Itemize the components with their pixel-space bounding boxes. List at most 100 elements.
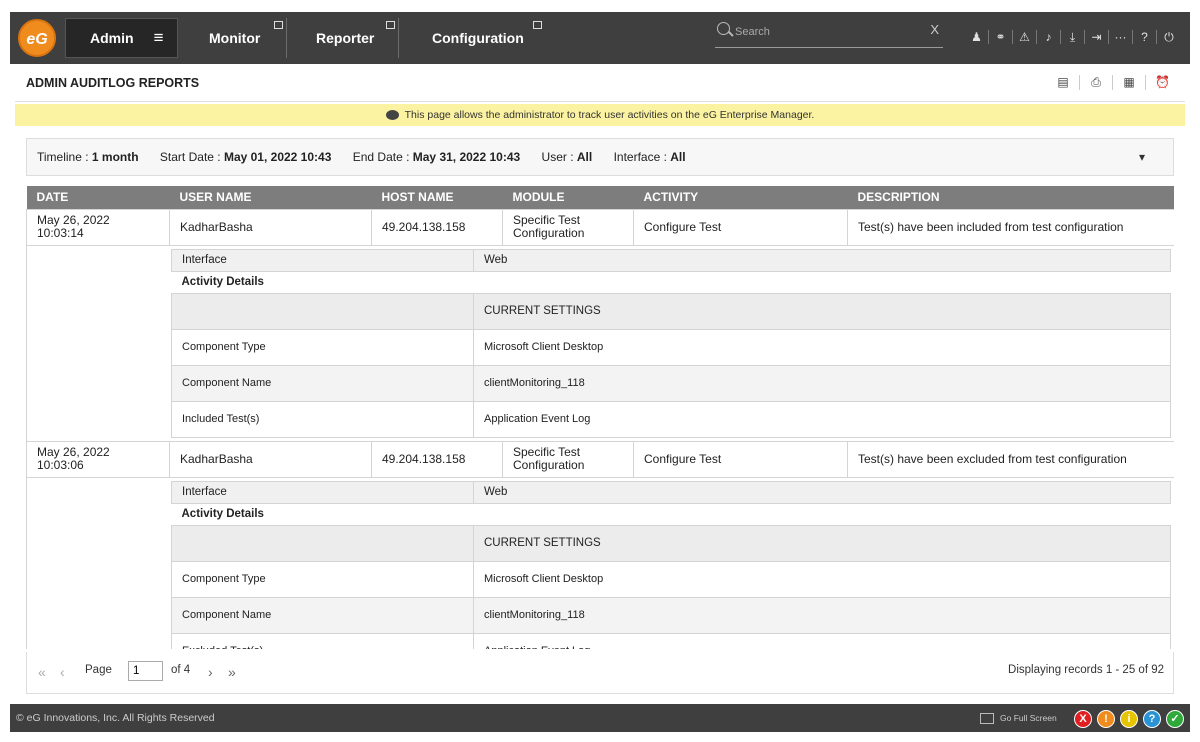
- setting-name: Component Type: [171, 328, 474, 366]
- info-banner-text: This page allows the administrator to tr…: [404, 109, 815, 121]
- filter-value: All: [670, 150, 686, 164]
- alarm-icon[interactable]: ⚠: [1013, 30, 1037, 44]
- setting-value: Microsoft Client Desktop: [473, 328, 1171, 366]
- column-header[interactable]: ACTIVITY: [633, 186, 848, 209]
- chevron-down-icon[interactable]: ▾: [1139, 139, 1145, 175]
- table-header: DATE USER NAME HOST NAME MODULE ACTIVITY DESC…: [26, 186, 1174, 209]
- major-alert-icon[interactable]: !: [1097, 710, 1115, 728]
- export-icons: ▤ ⎙ ▦ ⏰: [1047, 75, 1179, 90]
- column-header[interactable]: DESCRIPTION: [847, 186, 1174, 209]
- filter-label: Interface :: [613, 150, 671, 164]
- pagination-bar: « ‹ Page of 4 › » Displaying records 1 -…: [26, 652, 1174, 694]
- filter-label: Start Date :: [159, 150, 224, 164]
- interface-label: Interface: [171, 248, 474, 272]
- setting-row: Component Type Microsoft Client Desktop: [171, 560, 1171, 598]
- bell-icon[interactable]: ♪: [1037, 30, 1061, 44]
- schedule-icon[interactable]: ⏰: [1146, 75, 1179, 90]
- column-header[interactable]: USER NAME: [169, 186, 372, 209]
- pdf-icon[interactable]: ▤: [1047, 75, 1080, 90]
- cell-user: KadharBasha: [169, 208, 372, 246]
- nav-admin-label: Admin: [90, 30, 134, 46]
- setting-value: clientMonitoring_118: [473, 596, 1171, 634]
- toolbar-icons: ♟ ⚭ ⚠ ♪ ⤓ ⇥ ··· ? ⏻: [965, 30, 1181, 44]
- critical-alert-icon[interactable]: X: [1074, 710, 1092, 728]
- minor-alert-icon[interactable]: i: [1120, 710, 1138, 728]
- page-count: of 4: [171, 664, 191, 676]
- settings-header-blank: [171, 524, 474, 562]
- last-page-icon[interactable]: »: [228, 664, 236, 680]
- excel-icon[interactable]: ▦: [1113, 75, 1146, 90]
- comment-icon: [385, 110, 399, 121]
- nav-admin[interactable]: Admin ≡: [65, 18, 178, 58]
- filter-summary[interactable]: Timeline : 1 month Start Date : May 01, …: [26, 138, 1174, 176]
- table-row[interactable]: May 26, 2022 10:03:14 KadharBasha 49.204.1…: [26, 208, 1174, 246]
- divider: [398, 18, 399, 58]
- audit-log-table: DATE USER NAME HOST NAME MODULE ACTIVITY DESC…: [26, 186, 1174, 649]
- details-cell: Interface Web Activity Details CURRENT SETT…: [26, 477, 1174, 649]
- help-icon[interactable]: ?: [1133, 30, 1157, 44]
- nav-configuration[interactable]: Configuration: [432, 18, 524, 58]
- eg-logo[interactable]: eG: [18, 19, 56, 57]
- cell-host: 49.204.138.158: [371, 440, 503, 478]
- download-icon[interactable]: ⤓: [1061, 30, 1085, 44]
- prev-page-icon[interactable]: ‹: [60, 664, 65, 680]
- setting-name: Included Test(s): [171, 400, 474, 438]
- activity-details-label: Activity Details: [181, 275, 264, 288]
- filter-value: May 31, 2022 10:43: [412, 150, 521, 164]
- user-icon[interactable]: ♟: [965, 30, 989, 44]
- search-icon: [717, 22, 730, 35]
- setting-value: Application Event Log: [473, 632, 1171, 649]
- setting-row: Component Name clientMonitoring_118: [171, 596, 1171, 634]
- cell-activity: Configure Test: [633, 440, 848, 478]
- settings-header-row: CURRENT SETTINGS: [171, 292, 1171, 330]
- alert-indicators: X! i? ✓: [1069, 710, 1184, 728]
- interface-label: Interface: [171, 480, 474, 504]
- interface-value: Web: [473, 248, 1171, 272]
- link-icon[interactable]: ⚭: [989, 30, 1013, 44]
- column-header[interactable]: HOST NAME: [371, 186, 503, 209]
- nav-reporter[interactable]: Reporter: [316, 18, 374, 58]
- unknown-alert-icon[interactable]: ?: [1143, 710, 1161, 728]
- column-header[interactable]: MODULE: [502, 186, 634, 209]
- search-input[interactable]: [735, 22, 915, 42]
- activity-details-row: Activity Details: [172, 503, 1171, 525]
- interface-value: Web: [473, 480, 1171, 504]
- setting-name: Component Name: [171, 364, 474, 402]
- nav-reporter-label: Reporter: [316, 30, 375, 46]
- page-title: ADMIN AUDITLOG REPORTS: [26, 76, 200, 90]
- fullscreen-icon: [980, 713, 994, 725]
- filter-interface: Interface : All: [614, 150, 686, 164]
- cell-module: Specific Test Configuration: [502, 440, 634, 478]
- setting-value: Application Event Log: [473, 400, 1171, 438]
- external-link-icon: [274, 21, 283, 29]
- current-settings-header: CURRENT SETTINGS: [473, 292, 1171, 330]
- cell-host: 49.204.138.158: [371, 208, 503, 246]
- cell-user: KadharBasha: [169, 440, 372, 478]
- next-page-icon[interactable]: ›: [208, 664, 213, 680]
- nav-monitor[interactable]: Monitor: [209, 18, 260, 58]
- copyright-text: © eG Innovations, Inc. All Rights Reserv…: [16, 712, 215, 724]
- power-icon[interactable]: ⏻: [1157, 30, 1181, 44]
- menu-icon[interactable]: ≡: [154, 28, 164, 48]
- page-number-input[interactable]: [128, 661, 163, 681]
- more-icon[interactable]: ···: [1109, 30, 1133, 44]
- full-screen-button[interactable]: Go Full Screen: [980, 704, 1057, 732]
- print-icon[interactable]: ⎙: [1080, 75, 1113, 90]
- search-box: X: [715, 22, 943, 48]
- first-page-icon[interactable]: «: [38, 664, 46, 680]
- filter-timeline: Timeline : 1 month: [37, 150, 139, 164]
- filter-value: All: [576, 150, 593, 164]
- normal-alert-icon[interactable]: ✓: [1166, 710, 1184, 728]
- setting-name: Excluded Test(s): [171, 632, 474, 649]
- logout-icon[interactable]: ⇥: [1085, 30, 1109, 44]
- clear-search-button[interactable]: X: [930, 22, 939, 37]
- filter-user: User : All: [542, 150, 593, 164]
- page-label: Page: [85, 664, 112, 676]
- interface-row: Interface Web: [171, 248, 1171, 272]
- table-row[interactable]: May 26, 2022 10:03:06 KadharBasha 49.204.1…: [26, 440, 1174, 478]
- activity-details-row: Activity Details: [172, 271, 1171, 293]
- settings-header-blank: [171, 292, 474, 330]
- cell-description: Test(s) have been included from test con…: [847, 208, 1174, 246]
- column-header[interactable]: DATE: [26, 186, 170, 209]
- row-details: Interface Web Activity Details CURRENT SETT…: [26, 245, 1174, 442]
